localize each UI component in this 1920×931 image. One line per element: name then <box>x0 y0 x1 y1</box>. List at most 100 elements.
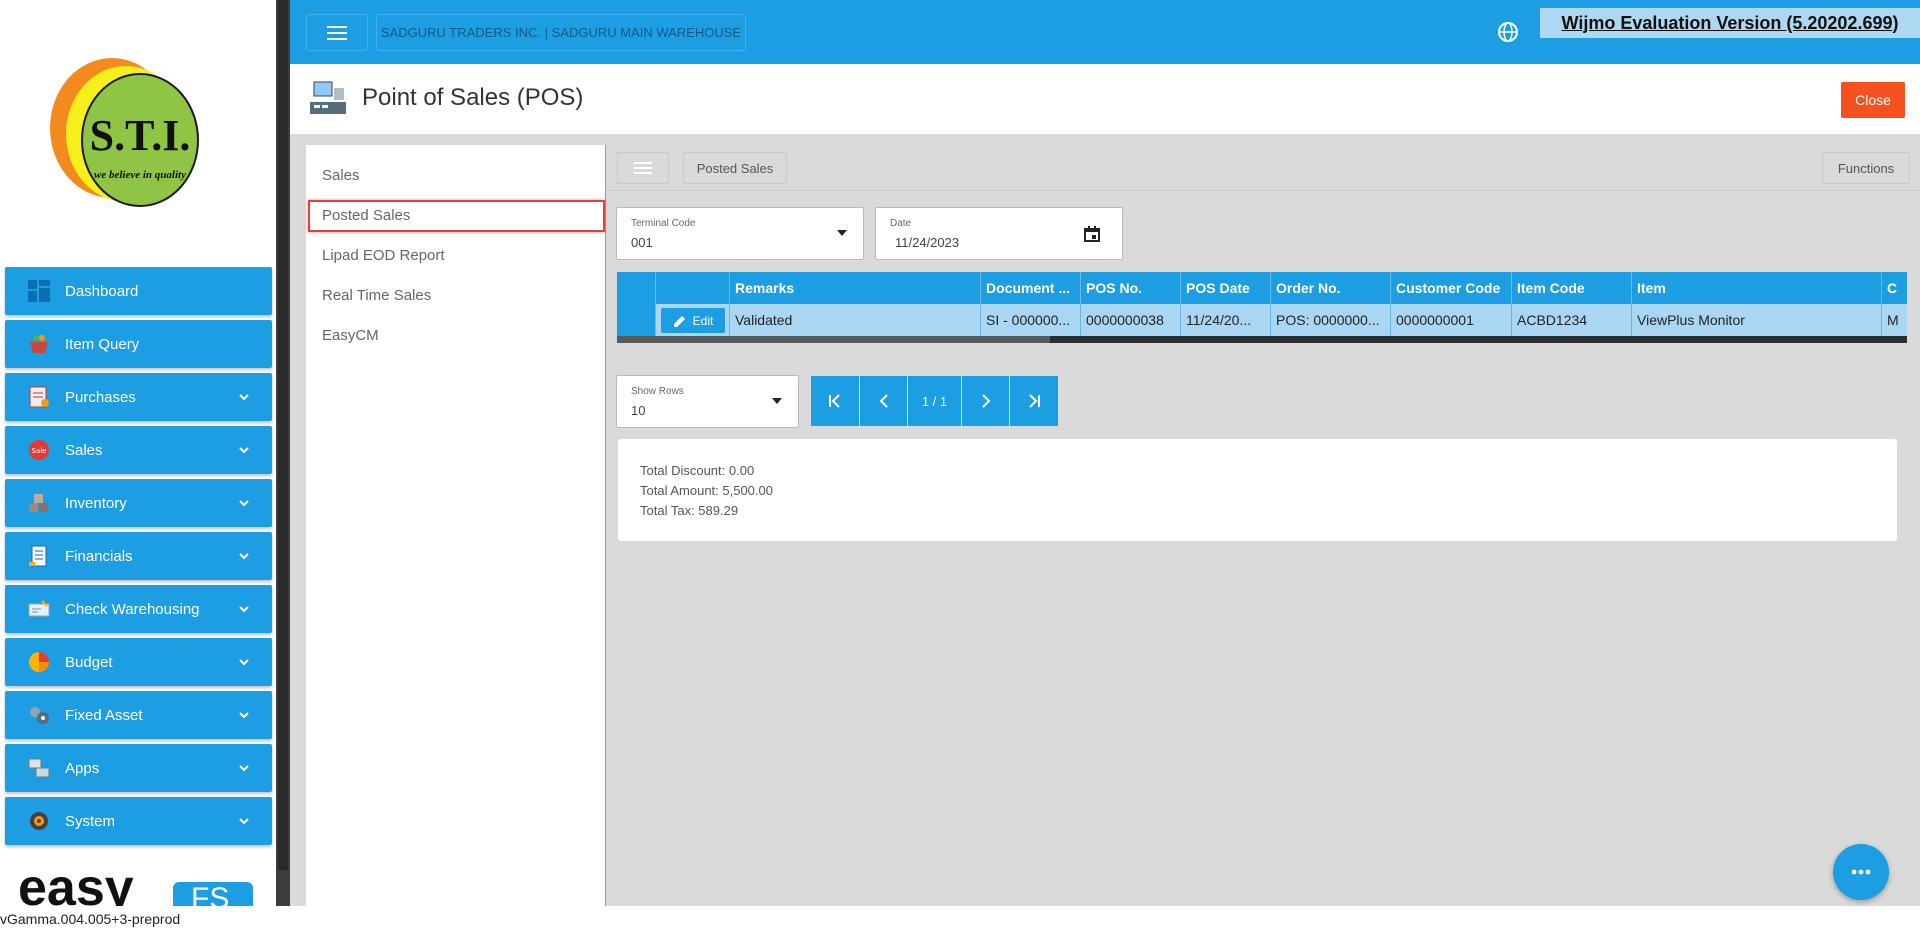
grid-header-pos-no[interactable]: POS No. <box>1081 272 1181 304</box>
first-page-icon <box>829 394 840 408</box>
cell-remarks[interactable]: Validated <box>730 304 981 336</box>
globe-icon[interactable] <box>1496 20 1520 44</box>
more-horizontal-icon <box>1851 869 1871 875</box>
date-label: Date <box>890 218 912 229</box>
nav-sales[interactable]: Sale Sales <box>5 426 272 474</box>
row-action-cell: Edit <box>656 304 730 336</box>
nav-financials[interactable]: Financials <box>5 532 272 580</box>
edit-button[interactable]: Edit <box>661 308 725 333</box>
wijmo-watermark[interactable]: Wijmo Evaluation Version (5.20202.699) <box>1540 8 1920 38</box>
terminal-code-label: Terminal Code <box>631 218 696 229</box>
more-actions-button[interactable] <box>1833 844 1889 900</box>
grid-header-item-code[interactable]: Item Code <box>1512 272 1632 304</box>
grid-header-select[interactable] <box>617 272 656 304</box>
nav-check-warehousing[interactable]: Check Warehousing <box>5 585 272 633</box>
cell-item[interactable]: ViewPlus Monitor <box>1632 304 1882 336</box>
main-panel: Posted Sales Functions Terminal Code 001… <box>607 145 1920 906</box>
grid-header-order-no[interactable]: Order No. <box>1271 272 1391 304</box>
nav-item-query[interactable]: Item Query <box>5 320 272 368</box>
subnav-easycm[interactable]: EasyCM <box>322 327 379 344</box>
sidebar-scrollbar-thumb[interactable] <box>278 0 288 870</box>
subnav-lipad-eod-report[interactable]: Lipad EOD Report <box>322 247 445 264</box>
chevron-down-icon <box>239 553 249 560</box>
cell-pos-date[interactable]: 11/24/20... <box>1181 304 1271 336</box>
dashboard-icon <box>27 279 51 303</box>
previous-page-button[interactable] <box>860 376 907 426</box>
chevron-down-icon <box>239 606 249 613</box>
nav-label: Fixed Asset <box>65 706 143 724</box>
logo-tagline: we believe in quality <box>94 169 186 181</box>
cell-item-code[interactable]: ACBD1234 <box>1512 304 1632 336</box>
terminal-code-value: 001 <box>631 235 653 250</box>
calendar-icon[interactable] <box>1084 226 1100 242</box>
terminal-code-select[interactable]: Terminal Code 001 <box>616 207 864 260</box>
total-amount: Total Amount: 5,500.00 <box>640 483 773 498</box>
company-selector[interactable]: SADGURU TRADERS INC. | SADGURU MAIN WARE… <box>376 14 746 51</box>
pos-terminal-icon <box>310 81 346 114</box>
total-discount: Total Discount: 0.00 <box>640 463 755 478</box>
nav-label: Check Warehousing <box>65 600 200 618</box>
cell-customer-code[interactable]: 0000000001 <box>1391 304 1512 336</box>
show-rows-select[interactable]: Show Rows 10 <box>616 375 799 428</box>
main-menu-button[interactable] <box>306 14 368 51</box>
cell-next[interactable]: M <box>1882 304 1907 336</box>
easy-logo-text: easy <box>18 868 134 906</box>
subnav-real-time-sales[interactable]: Real Time Sales <box>322 287 431 304</box>
cell-pos-no[interactable]: 0000000038 <box>1081 304 1181 336</box>
nav-apps[interactable]: Apps <box>5 744 272 792</box>
grid-header-document[interactable]: Document ... <box>981 272 1081 304</box>
functions-button[interactable]: Functions <box>1822 152 1910 184</box>
toolbar-menu-button[interactable] <box>617 152 669 184</box>
cell-order-no[interactable]: POS: 0000000... <box>1271 304 1391 336</box>
row-select-cell[interactable] <box>617 304 656 336</box>
nav-label: Item Query <box>65 335 140 353</box>
grid-header-customer-code[interactable]: Customer Code <box>1391 272 1512 304</box>
nav-dashboard[interactable]: Dashboard <box>5 267 272 315</box>
nav-label: Budget <box>65 653 113 671</box>
table-row[interactable]: Edit Validated SI - 000000... 0000000038… <box>617 304 1907 336</box>
sale-tag-icon: Sale <box>27 438 51 462</box>
nav-label: System <box>65 812 116 830</box>
grid-header-item[interactable]: Item <box>1632 272 1882 304</box>
subnav-posted-sales[interactable]: Posted Sales <box>322 207 410 224</box>
grid-header-pos-date[interactable]: POS Date <box>1181 272 1271 304</box>
grid-horizontal-scrollbar[interactable] <box>617 336 1907 343</box>
nav-fixed-asset[interactable]: Fixed Asset <box>5 691 272 739</box>
ledger-icon <box>27 544 51 568</box>
next-page-button[interactable] <box>962 376 1009 426</box>
chevron-right-icon <box>981 394 990 408</box>
nav-label: Sales <box>65 441 103 459</box>
breadcrumb: Posted Sales <box>683 152 787 184</box>
easy-logo-badge: FS <box>173 882 253 906</box>
boxes-icon <box>27 491 51 515</box>
cell-document[interactable]: SI - 000000... <box>981 304 1081 336</box>
nav-system[interactable]: System <box>5 797 272 845</box>
first-page-button[interactable] <box>811 376 859 426</box>
nav-purchases[interactable]: Purchases <box>5 373 272 421</box>
date-field[interactable]: Date 11/24/2023 <box>875 207 1123 260</box>
page-header: Point of Sales (POS) Close <box>290 64 1920 134</box>
page-indicator: 1 / 1 <box>908 376 961 426</box>
nav-inventory[interactable]: Inventory <box>5 479 272 527</box>
subnav-sales[interactable]: Sales <box>322 167 360 184</box>
total-tax: Total Tax: 589.29 <box>640 503 739 518</box>
chevron-down-icon <box>239 659 249 666</box>
chevron-down-icon <box>239 818 249 825</box>
top-bar: SADGURU TRADERS INC. | SADGURU MAIN WARE… <box>290 0 1920 64</box>
grid-header-remarks[interactable]: Remarks <box>730 272 981 304</box>
grid-header-next[interactable]: C <box>1882 272 1907 304</box>
nav-label: Financials <box>65 547 133 565</box>
close-button[interactable]: Close <box>1841 82 1905 118</box>
sidebar: S.T.I. we believe in quality Dashboard I… <box>0 0 276 906</box>
check-icon <box>27 597 51 621</box>
nav-label: Purchases <box>65 388 136 406</box>
purchases-icon <box>27 385 51 409</box>
sub-navigation: Sales Posted Sales Lipad EOD Report Real… <box>306 145 606 906</box>
show-rows-value: 10 <box>631 403 646 418</box>
nav-budget[interactable]: Budget <box>5 638 272 686</box>
easy-fs-logo: easy FS <box>18 868 258 906</box>
last-page-icon <box>1029 394 1040 408</box>
hamburger-icon <box>634 162 652 174</box>
last-page-button[interactable] <box>1010 376 1058 426</box>
grid-scrollbar-thumb[interactable] <box>617 336 1050 343</box>
